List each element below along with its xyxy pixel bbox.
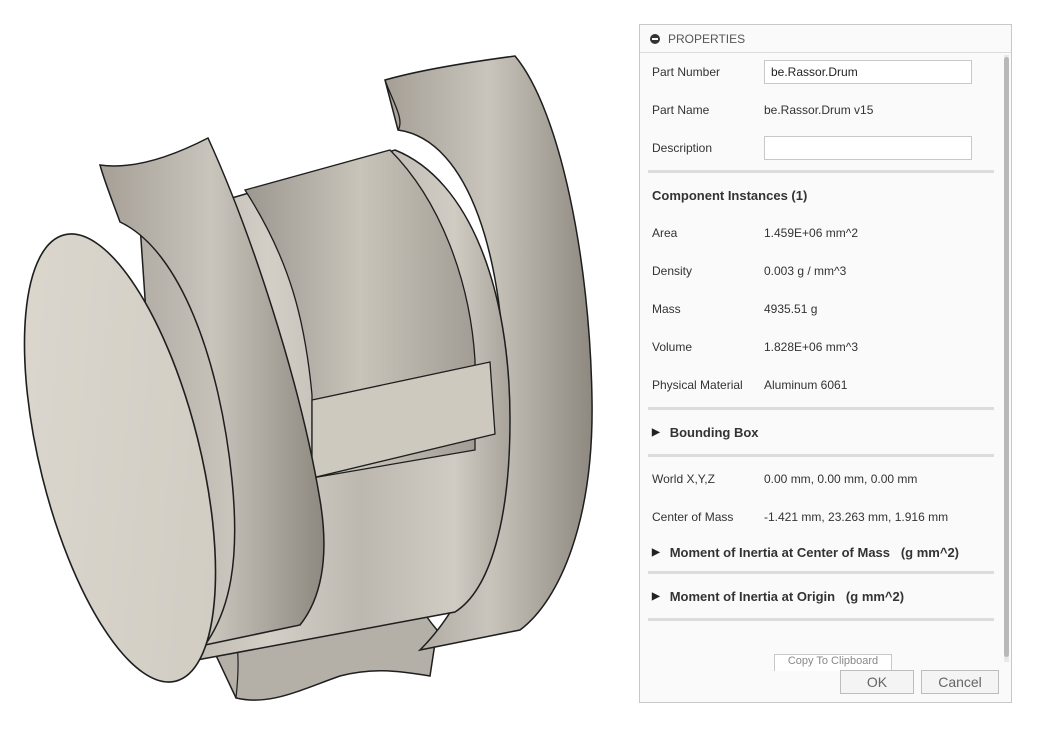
area-label: Area <box>652 226 678 240</box>
expand-triangle-icon: ▶ <box>652 426 660 438</box>
divider <box>648 571 994 574</box>
moi-origin-toggle[interactable]: ▶ Moment of Inertia at Origin (g mm^2) <box>640 577 1002 615</box>
component-instances-heading: Component Instances (1) <box>640 176 1002 214</box>
part-name-label: Part Name <box>652 103 710 117</box>
expand-triangle-icon: ▶ <box>652 546 660 558</box>
center-of-mass-label: Center of Mass <box>652 510 734 524</box>
density-value: 0.003 g / mm^3 <box>764 264 847 278</box>
ok-button[interactable]: OK <box>840 670 914 694</box>
volume-value: 1.828E+06 mm^3 <box>764 340 859 354</box>
moi-center-label: Moment of Inertia at Center of Mass (g m… <box>669 544 959 560</box>
part-number-input[interactable] <box>764 60 972 84</box>
model-viewport[interactable] <box>0 0 636 739</box>
panel-header[interactable]: PROPERTIES <box>640 25 1011 53</box>
material-label: Physical Material <box>652 378 743 392</box>
part-number-row: Part Number <box>640 53 1002 91</box>
world-xyz-value: 0.00 mm, 0.00 mm, 0.00 mm <box>764 472 918 486</box>
world-xyz-label: World X,Y,Z <box>652 472 715 486</box>
moi-center-toggle[interactable]: ▶ Moment of Inertia at Center of Mass (g… <box>640 536 1002 568</box>
material-row: Physical Material Aluminum 6061 <box>640 366 1002 404</box>
bounding-box-toggle[interactable]: ▶ Bounding Box <box>640 413 1002 451</box>
mass-value: 4935.51 g <box>764 302 818 316</box>
part-name-value: be.Rassor.Drum v15 <box>764 103 874 117</box>
copy-to-clipboard-button[interactable]: Copy To Clipboard <box>774 654 892 671</box>
material-value: Aluminum 6061 <box>764 378 848 392</box>
collapse-icon[interactable] <box>650 33 660 44</box>
cancel-button[interactable]: Cancel <box>921 670 999 694</box>
panel-scrollbar[interactable] <box>1004 55 1009 662</box>
mass-row: Mass 4935.51 g <box>640 290 1002 328</box>
properties-scroll-area[interactable]: Part Number Part Name be.Rassor.Drum v15… <box>640 53 1002 663</box>
divider <box>648 407 994 410</box>
scrollbar-thumb[interactable] <box>1004 57 1009 657</box>
dialog-footer: Copy To Clipboard OK Cancel <box>640 654 1011 702</box>
center-of-mass-row: Center of Mass -1.421 mm, 23.263 mm, 1.9… <box>640 498 1002 536</box>
volume-label: Volume <box>652 340 693 354</box>
expand-triangle-icon: ▶ <box>652 590 660 602</box>
part-number-label: Part Number <box>652 65 721 79</box>
world-xyz-row: World X,Y,Z 0.00 mm, 0.00 mm, 0.00 mm <box>640 460 1002 498</box>
density-label: Density <box>652 264 693 278</box>
description-input[interactable] <box>764 136 972 160</box>
divider <box>648 454 994 457</box>
mass-label: Mass <box>652 302 681 316</box>
description-row: Description <box>640 129 1002 167</box>
center-of-mass-value: -1.421 mm, 23.263 mm, 1.916 mm <box>764 510 949 524</box>
bounding-box-label: Bounding Box <box>669 424 759 440</box>
properties-panel: PROPERTIES Part Number Part Name be.Rass… <box>639 24 1012 703</box>
component-instances-label: Component Instances (1) <box>652 187 808 203</box>
divider <box>648 170 994 173</box>
part-name-row: Part Name be.Rassor.Drum v15 <box>640 91 1002 129</box>
drum-model[interactable] <box>0 0 636 739</box>
divider <box>648 618 994 621</box>
description-label: Description <box>652 141 713 155</box>
area-value: 1.459E+06 mm^2 <box>764 226 859 240</box>
panel-title: PROPERTIES <box>668 31 746 46</box>
density-row: Density 0.003 g / mm^3 <box>640 252 1002 290</box>
volume-row: Volume 1.828E+06 mm^3 <box>640 328 1002 366</box>
moi-origin-label: Moment of Inertia at Origin (g mm^2) <box>669 588 905 604</box>
area-row: Area 1.459E+06 mm^2 <box>640 214 1002 252</box>
